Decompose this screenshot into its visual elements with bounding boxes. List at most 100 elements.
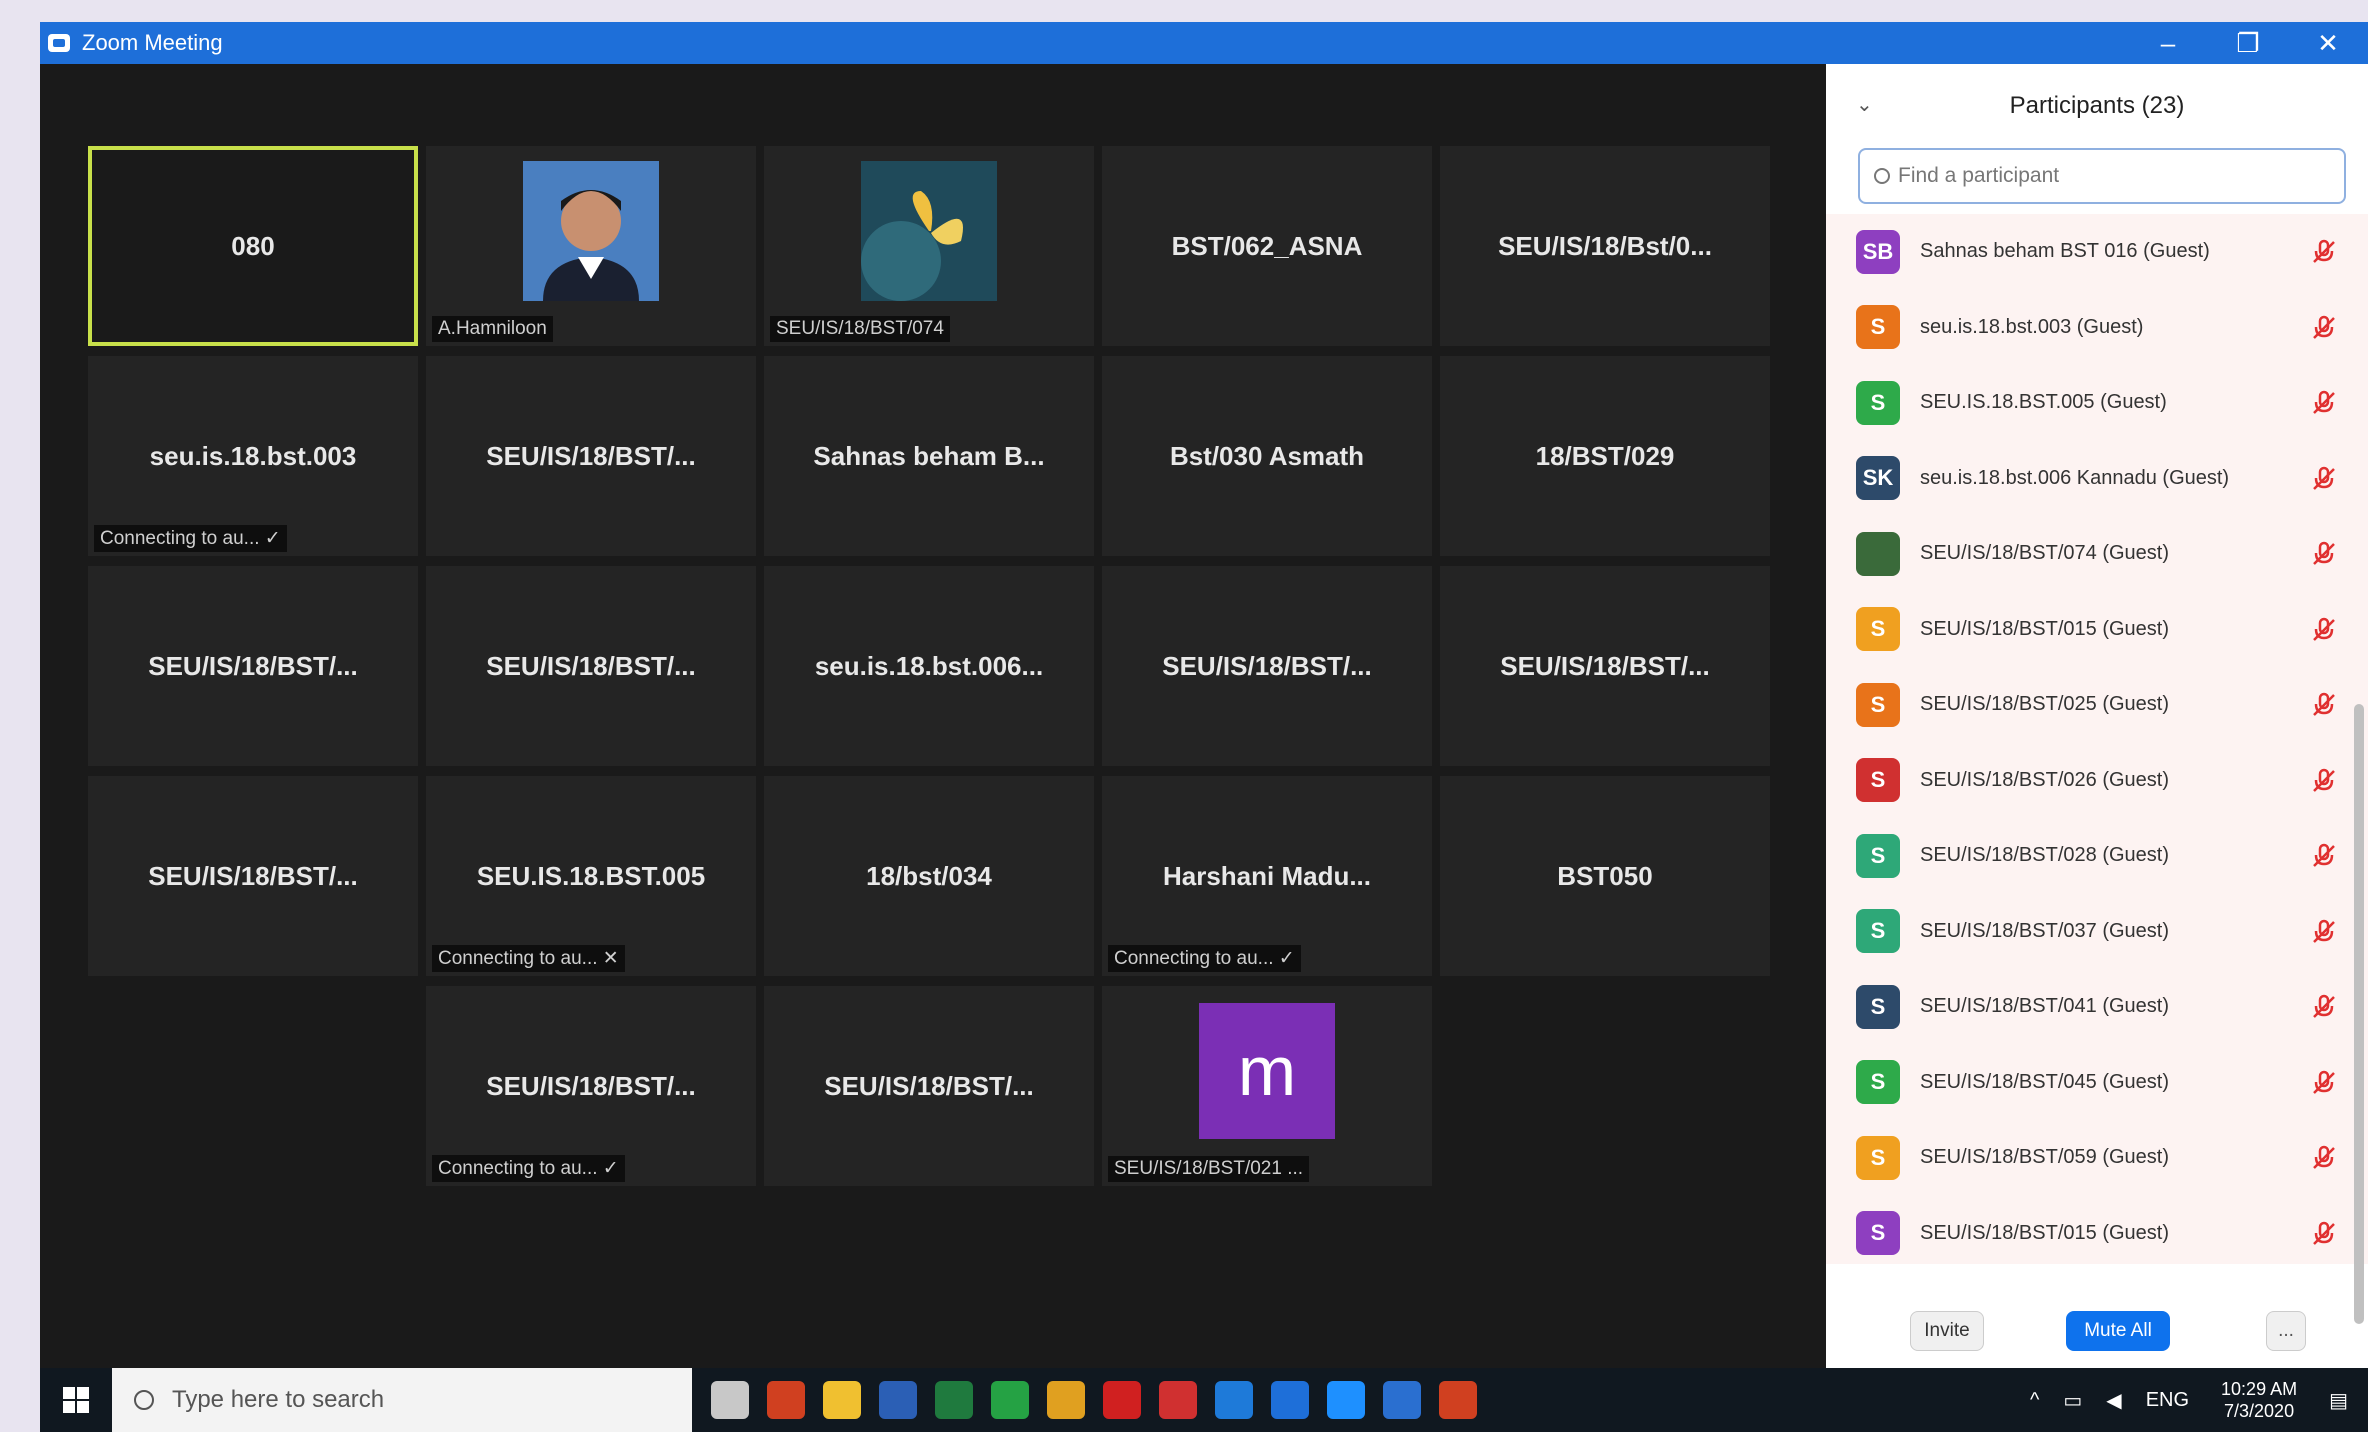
- taskbar-app-icon[interactable]: [1262, 1368, 1318, 1432]
- participant-row[interactable]: S SEU/IS/18/BST/059 (Guest): [1826, 1120, 2368, 1196]
- participant-tile[interactable]: SEU/IS/18/BST/... Connecting to au... ✓: [426, 986, 756, 1186]
- participant-tile[interactable]: seu.is.18.bst.006...: [764, 566, 1094, 766]
- minimize-button[interactable]: –: [2128, 22, 2208, 64]
- participant-tile[interactable]: 18/bst/034: [764, 776, 1094, 976]
- start-button[interactable]: [40, 1368, 112, 1432]
- participant-tile[interactable]: BST/062_ASNA: [1102, 146, 1432, 346]
- collapse-chevron-icon[interactable]: ⌄: [1856, 92, 1873, 117]
- participant-tile-caption: SEU/IS/18/BST/021 ...: [1108, 1156, 1310, 1182]
- muted-mic-icon[interactable]: [2310, 465, 2338, 493]
- participant-tile-name: SEU/IS/18/BST/...: [824, 1070, 1034, 1101]
- participant-avatar: S: [1856, 1135, 1900, 1180]
- participant-tile-caption: Connecting to au... ✓: [94, 525, 287, 552]
- muted-mic-icon[interactable]: [2310, 314, 2338, 342]
- participant-tile[interactable]: SEU/IS/18/BST/...: [426, 356, 756, 556]
- muted-mic-icon[interactable]: [2310, 842, 2338, 870]
- participant-tile[interactable]: SEU/IS/18/BST/...: [426, 566, 756, 766]
- participant-tile-name: BST050: [1557, 860, 1653, 891]
- participant-row[interactable]: S SEU/IS/18/BST/015 (Guest): [1826, 591, 2368, 667]
- participant-tile[interactable]: SEU.IS.18.BST.005 Connecting to au... ✕: [426, 776, 756, 976]
- participant-tile-name: 080: [231, 230, 275, 261]
- taskbar-app-icon[interactable]: [1038, 1368, 1094, 1432]
- participant-avatar: S: [1856, 607, 1900, 652]
- volume-icon[interactable]: ◀: [2106, 1388, 2121, 1413]
- participant-row[interactable]: S SEU/IS/18/BST/025 (Guest): [1826, 667, 2368, 743]
- taskbar-search-input[interactable]: Type here to search: [112, 1368, 692, 1432]
- taskbar-app-icon[interactable]: [702, 1368, 758, 1432]
- participant-name: SEU/IS/18/BST/059 (Guest): [1920, 1146, 2169, 1169]
- taskbar-app-icon[interactable]: [1206, 1368, 1262, 1432]
- close-button[interactable]: ✕: [2288, 22, 2368, 64]
- participant-tile[interactable]: SEU/IS/18/BST/074: [764, 146, 1094, 346]
- participant-row[interactable]: Sseu.is.18.bst.003 (Guest): [1826, 289, 2368, 365]
- muted-mic-icon[interactable]: [2310, 1144, 2338, 1172]
- participant-row[interactable]: SB Sahnas beham BST 016 (Guest): [1826, 214, 2368, 290]
- participant-row[interactable]: S SEU/IS/18/BST/028 (Guest): [1826, 818, 2368, 894]
- taskbar-app-icon[interactable]: [758, 1368, 814, 1432]
- muted-mic-icon[interactable]: [2310, 616, 2338, 644]
- search-icon: [1874, 168, 1890, 184]
- participant-tile[interactable]: SEU/IS/18/BST/...: [88, 566, 418, 766]
- language-indicator[interactable]: ENG: [2146, 1389, 2189, 1412]
- participant-tile[interactable]: SEU/IS/18/BST/...: [1440, 566, 1770, 766]
- participant-tile[interactable]: 080: [88, 146, 418, 346]
- participant-tile[interactable]: SEU/IS/18/BST/...: [764, 986, 1094, 1186]
- participant-row[interactable]: S SEU/IS/18/BST/041 (Guest): [1826, 969, 2368, 1045]
- participant-tile[interactable]: Sahnas beham B...: [764, 356, 1094, 556]
- participant-tile[interactable]: seu.is.18.bst.003 Connecting to au... ✓: [88, 356, 418, 556]
- taskbar-app-icon[interactable]: [1430, 1368, 1486, 1432]
- participant-tile[interactable]: Harshani Madu... Connecting to au... ✓: [1102, 776, 1432, 976]
- participant-row[interactable]: S SEU/IS/18/BST/045 (Guest): [1826, 1044, 2368, 1120]
- participant-tile[interactable]: SEU/IS/18/BST/...: [88, 776, 418, 976]
- participant-row[interactable]: S SEU/IS/18/BST/037 (Guest): [1826, 893, 2368, 969]
- participant-tile[interactable]: 18/BST/029: [1440, 356, 1770, 556]
- participant-tile[interactable]: SEU/IS/18/Bst/0...: [1440, 146, 1770, 346]
- mute-all-button[interactable]: Mute All: [2066, 1311, 2170, 1351]
- muted-mic-icon[interactable]: [2310, 1069, 2338, 1097]
- more-button[interactable]: ...: [2266, 1311, 2306, 1351]
- muted-mic-icon[interactable]: [2310, 1220, 2338, 1248]
- taskbar-app-icon[interactable]: [1094, 1368, 1150, 1432]
- muted-mic-icon[interactable]: [2310, 767, 2338, 795]
- participant-row[interactable]: S SEU.IS.18.BST.005 (Guest): [1826, 365, 2368, 441]
- muted-mic-icon[interactable]: [2310, 540, 2338, 568]
- tray-chevron-icon[interactable]: ^: [2030, 1389, 2039, 1412]
- participant-avatar: S: [1856, 1060, 1900, 1105]
- participants-panel: ⌄ Participants (23) Find a participant S…: [1826, 64, 2368, 1368]
- participant-tile[interactable]: A.Hamniloon: [426, 146, 756, 346]
- taskbar-app-icon[interactable]: [982, 1368, 1038, 1432]
- participant-tile[interactable]: m SEU/IS/18/BST/021 ...: [1102, 986, 1432, 1186]
- taskbar-app-icon[interactable]: [1374, 1368, 1430, 1432]
- taskbar-app-icon[interactable]: [1318, 1368, 1374, 1432]
- muted-mic-icon[interactable]: [2310, 918, 2338, 946]
- notification-icon[interactable]: ▤: [2329, 1388, 2348, 1413]
- invite-button[interactable]: Invite: [1910, 1311, 1984, 1351]
- participant-tile[interactable]: Bst/030 Asmath: [1102, 356, 1432, 556]
- taskbar-app-icon[interactable]: [1150, 1368, 1206, 1432]
- taskbar-app-icon[interactable]: [814, 1368, 870, 1432]
- participant-search-input[interactable]: Find a participant: [1858, 148, 2346, 204]
- participant-row[interactable]: SEU/IS/18/BST/074 (Guest): [1826, 516, 2368, 592]
- clock[interactable]: 10:29 AM 7/3/2020: [2221, 1378, 2297, 1422]
- panel-footer: Invite Mute All ...: [1826, 1294, 2368, 1368]
- participant-tile-caption: SEU/IS/18/BST/074: [770, 316, 950, 342]
- taskbar-app-icon[interactable]: [926, 1368, 982, 1432]
- participant-row[interactable]: S SEU/IS/18/BST/026 (Guest): [1826, 742, 2368, 818]
- muted-mic-icon[interactable]: [2310, 238, 2338, 266]
- muted-mic-icon[interactable]: [2310, 691, 2338, 719]
- search-placeholder: Find a participant: [1898, 164, 2060, 187]
- taskbar-app-icon[interactable]: [870, 1368, 926, 1432]
- muted-mic-icon[interactable]: [2310, 389, 2338, 417]
- participant-avatar: S: [1856, 833, 1900, 878]
- participant-tile[interactable]: BST050: [1440, 776, 1770, 976]
- participant-photo: [523, 161, 659, 301]
- participant-tile-caption: Connecting to au... ✕: [432, 945, 625, 972]
- network-icon[interactable]: ▭: [2063, 1388, 2082, 1413]
- muted-mic-icon[interactable]: [2310, 993, 2338, 1021]
- participant-tile-name: 18/bst/034: [866, 860, 992, 891]
- participant-row[interactable]: SK seu.is.18.bst.006 Kannadu (Guest): [1826, 440, 2368, 516]
- participant-row[interactable]: S SEU/IS/18/BST/015 (Guest): [1826, 1195, 2368, 1264]
- restore-button[interactable]: ❐: [2208, 22, 2288, 64]
- scrollbar[interactable]: [2354, 704, 2364, 1324]
- participant-tile[interactable]: SEU/IS/18/BST/...: [1102, 566, 1432, 766]
